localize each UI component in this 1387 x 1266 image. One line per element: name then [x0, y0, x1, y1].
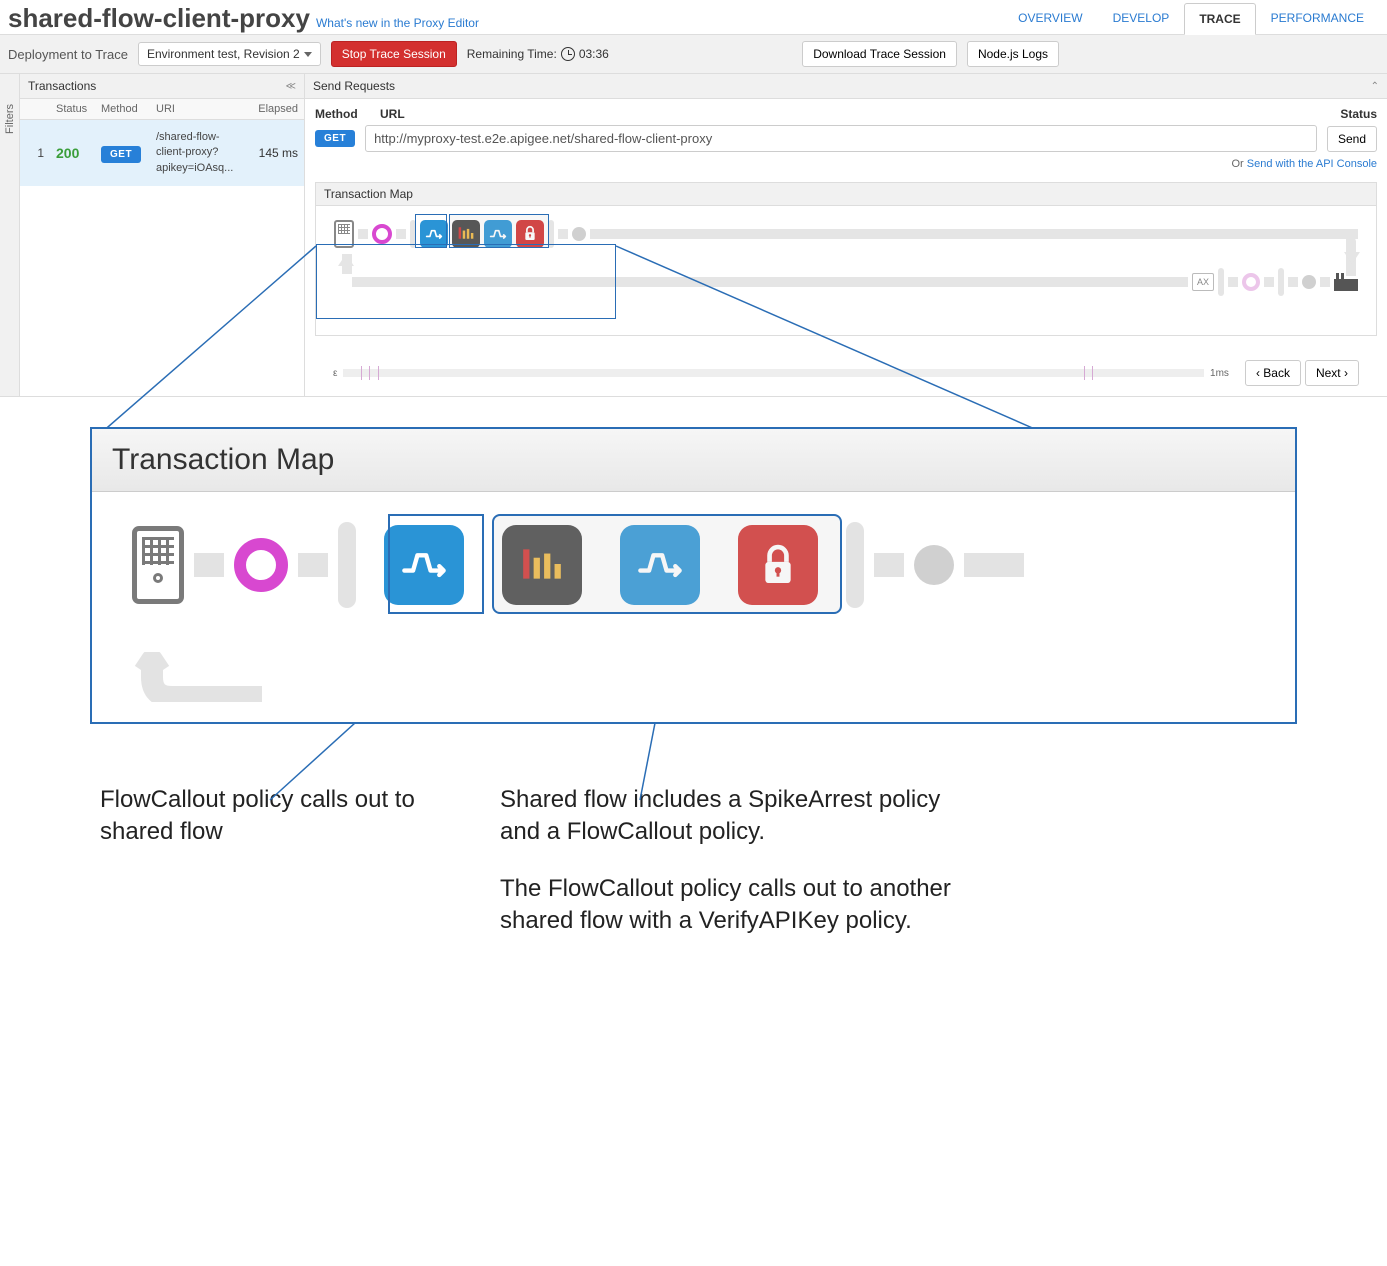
row-uri: /shared-flow-client-proxy?apikey=iOAsq..…	[150, 130, 249, 176]
annotations: FlowCallout policy calls out to shared f…	[100, 784, 1287, 938]
filters-panel[interactable]: Filters	[0, 74, 20, 396]
annotation-right-p2: The FlowCallout policy calls out to anot…	[500, 873, 980, 938]
toolbar: Deployment to Trace Environment test, Re…	[0, 35, 1387, 74]
row-elapsed: 145 ms	[249, 146, 304, 160]
spikearrest-policy-icon	[502, 525, 582, 605]
client-icon[interactable]	[334, 220, 354, 248]
transaction-row[interactable]: 1 200 GET /shared-flow-client-proxy?apik…	[20, 120, 304, 186]
send-requests-header: Send Requests ⌃	[305, 74, 1387, 99]
api-console-link[interactable]: Send with the API Console	[1247, 158, 1377, 170]
ax-node[interactable]: AX	[1192, 273, 1214, 291]
flowcallout-policy-icon-2[interactable]	[484, 220, 512, 248]
flowcallout-policy-icon[interactable]	[420, 220, 448, 248]
expand-icon[interactable]: ⌃	[1371, 81, 1379, 92]
zoom-container: Transaction Map	[90, 427, 1297, 724]
client-icon	[132, 526, 184, 604]
download-trace-button[interactable]: Download Trace Session	[802, 41, 957, 67]
send-method-pill: GET	[315, 130, 355, 147]
remaining-time: Remaining Time: 03:36	[467, 47, 609, 61]
environment-dropdown-label: Environment test, Revision 2	[147, 47, 300, 61]
send-requests-title: Send Requests	[313, 79, 395, 93]
flow-separator	[1218, 268, 1224, 296]
or-line: Or Send with the API Console	[315, 158, 1377, 170]
method-pill: GET	[101, 146, 141, 163]
annotation-right: Shared flow includes a SpikeArrest polic…	[500, 784, 980, 938]
timeline-end: 1ms	[1210, 368, 1229, 379]
row-status: 200	[50, 145, 95, 161]
flowcallout-policy-icon	[384, 525, 464, 605]
verifyapikey-policy-icon[interactable]	[516, 220, 544, 248]
flowcallout-policy-icon-2	[620, 525, 700, 605]
flow-separator	[1278, 268, 1284, 296]
return-arrow-icon	[132, 652, 272, 702]
flow-separator	[548, 220, 554, 248]
remaining-value: 03:36	[579, 47, 609, 61]
tabs: OVERVIEW DEVELOP TRACE PERFORMANCE	[1003, 2, 1379, 34]
arrow-down-icon	[1344, 252, 1360, 264]
transactions-title: Transactions	[28, 79, 96, 93]
collapse-icon[interactable]: ≪	[286, 81, 296, 92]
timeline-start: ε	[333, 368, 337, 379]
page-title: shared-flow-client-proxy	[8, 3, 310, 34]
flow-node[interactable]	[572, 227, 586, 241]
flow-separator	[846, 522, 864, 608]
flow-node	[914, 545, 954, 585]
tab-trace[interactable]: TRACE	[1184, 3, 1255, 35]
annotation-right-p1: Shared flow includes a SpikeArrest polic…	[500, 784, 980, 849]
spikearrest-policy-icon[interactable]	[452, 220, 480, 248]
remaining-label: Remaining Time:	[467, 47, 557, 61]
transaction-map-title: Transaction Map	[315, 182, 1377, 206]
th-elapsed: Elapsed	[249, 99, 304, 119]
annotation-left: FlowCallout policy calls out to shared f…	[100, 784, 420, 938]
filters-label: Filters	[4, 104, 16, 134]
send-method-label: Method	[315, 107, 370, 121]
start-node[interactable]	[372, 224, 392, 244]
th-method: Method	[95, 99, 150, 119]
start-node	[234, 538, 288, 592]
verifyapikey-policy-icon	[738, 525, 818, 605]
stop-trace-button[interactable]: Stop Trace Session	[331, 41, 457, 67]
flow-node[interactable]	[1302, 275, 1316, 289]
whats-new-link[interactable]: What's new in the Proxy Editor	[316, 16, 479, 30]
row-method: GET	[95, 146, 150, 160]
th-uri: URI	[150, 99, 249, 119]
transactions-columns: Status Method URI Elapsed	[20, 99, 304, 120]
zoom-box: Transaction Map	[90, 427, 1297, 724]
send-button[interactable]: Send	[1327, 126, 1377, 152]
send-url-label: URL	[380, 107, 1307, 121]
transactions-panel: Transactions ≪ Status Method URI Elapsed…	[20, 74, 305, 396]
right-panel: Send Requests ⌃ Method URL Status GET Se…	[305, 74, 1387, 396]
transactions-header: Transactions ≪	[20, 74, 304, 99]
transaction-map-panel: Transaction Map	[315, 182, 1377, 386]
main: Filters Transactions ≪ Status Method URI…	[0, 74, 1387, 397]
timeline: ε 1ms ‹ Back Next ›	[333, 360, 1359, 386]
caret-down-icon	[304, 52, 312, 57]
environment-dropdown[interactable]: Environment test, Revision 2	[138, 42, 321, 66]
send-status-label: Status	[1317, 107, 1377, 121]
timeline-next-button[interactable]: Next ›	[1305, 360, 1359, 386]
response-node[interactable]	[1242, 273, 1260, 291]
th-status: Status	[50, 99, 95, 119]
flow-separator	[410, 220, 416, 248]
clock-icon	[561, 47, 575, 61]
url-input[interactable]	[365, 125, 1317, 152]
zoom-title: Transaction Map	[92, 429, 1295, 492]
flow-separator	[338, 522, 356, 608]
timeline-bar[interactable]	[343, 369, 1204, 377]
target-icon[interactable]	[1334, 273, 1358, 291]
tab-overview[interactable]: OVERVIEW	[1003, 2, 1097, 34]
deploy-label: Deployment to Trace	[8, 47, 128, 62]
header: shared-flow-client-proxy What's new in t…	[0, 0, 1387, 35]
timeline-back-button[interactable]: ‹ Back	[1245, 360, 1301, 386]
nodejs-logs-button[interactable]: Node.js Logs	[967, 41, 1059, 67]
tab-develop[interactable]: DEVELOP	[1098, 2, 1185, 34]
row-index: 1	[20, 146, 50, 160]
transaction-map-body: AX	[315, 206, 1377, 336]
tab-performance[interactable]: PERFORMANCE	[1256, 2, 1379, 34]
